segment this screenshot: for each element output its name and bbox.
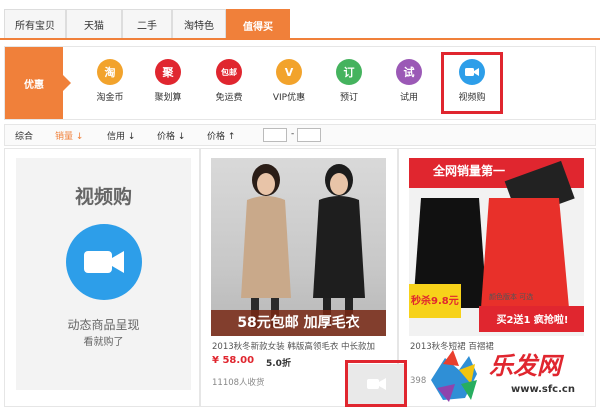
sort-comprehensive[interactable]: 综合 bbox=[15, 129, 33, 142]
video-shopping-promo[interactable]: 视频购 动态商品呈现 看就购了 bbox=[16, 158, 191, 390]
price-max-input[interactable] bbox=[297, 128, 321, 142]
tab-taobao-special[interactable]: 淘特色 bbox=[172, 9, 226, 38]
arrow-down-icon: ↓ bbox=[177, 132, 186, 142]
sort-credit[interactable]: 信用 ↓ bbox=[107, 129, 135, 142]
filter-label: 试用 bbox=[399, 93, 418, 103]
sort-price-descending[interactable]: 价格 ↑ bbox=[207, 129, 235, 142]
sort-price-label: 价格 bbox=[207, 132, 226, 142]
product-image[interactable]: 全网销量第一 秒杀9.8元 买2送1 疯抢啦! 颜色版本 可选 bbox=[409, 158, 584, 336]
product-banner-top: 全网销量第一 bbox=[432, 164, 505, 178]
arrow-up-icon: ↑ bbox=[227, 132, 236, 142]
product-discount: 5.0折 bbox=[266, 359, 291, 369]
tab-second-hand[interactable]: 二手 bbox=[122, 9, 172, 38]
filter-trial[interactable]: 试 试用 bbox=[379, 59, 439, 103]
product-badge-flash-sale: 秒杀9.8元 bbox=[411, 296, 459, 307]
price-min-input[interactable] bbox=[263, 128, 287, 142]
arrow-down-icon: ↓ bbox=[75, 132, 84, 142]
preorder-icon: 订 bbox=[336, 59, 362, 85]
free-shipping-icon: 包邮 bbox=[216, 59, 242, 85]
sort-credit-label: 信用 bbox=[107, 132, 126, 142]
product-sold-count: 398 bbox=[410, 376, 427, 386]
filter-vip[interactable]: V VIP优惠 bbox=[259, 59, 319, 103]
video-button-highlight-box bbox=[345, 360, 407, 407]
product-color-note: 颜色版本 可选 bbox=[489, 293, 534, 301]
filter-preorder[interactable]: 订 预订 bbox=[319, 59, 379, 103]
sort-price-label: 价格 bbox=[157, 132, 176, 142]
sort-sales[interactable]: 销量 ↓ bbox=[55, 129, 83, 142]
product-image-banner: 58元包邮 加厚毛衣 bbox=[237, 315, 360, 331]
product-image[interactable]: 58元包邮 加厚毛衣 bbox=[211, 158, 386, 336]
discount-label: 优惠 bbox=[5, 47, 71, 119]
tab-tmall[interactable]: 天猫 bbox=[66, 9, 122, 38]
sort-price-ascending[interactable]: 价格 ↓ bbox=[157, 129, 185, 142]
filter-label: 淘金币 bbox=[96, 93, 124, 103]
product-sold-count: 11108人收货 bbox=[212, 378, 265, 388]
price-range-separator: - bbox=[291, 129, 295, 139]
filter-taojinbi[interactable]: 淘 淘金币 bbox=[80, 59, 140, 103]
tab-all-items[interactable]: 所有宝贝 bbox=[4, 9, 66, 38]
taojinbi-icon: 淘 bbox=[97, 59, 123, 85]
promo-title: 视频购 bbox=[74, 186, 132, 208]
filter-label: 免运费 bbox=[215, 93, 243, 103]
watermark-logo-text: 乐发网 bbox=[489, 352, 561, 380]
vip-icon: V bbox=[276, 59, 302, 85]
top-tab-bar: 所有宝贝 天猫 二手 淘特色 值得买 bbox=[0, 0, 600, 40]
filter-label: 预订 bbox=[339, 93, 358, 103]
discount-filter-row: 优惠 淘 淘金币 聚 聚划算 包邮 免运费 V VIP优惠 订 预订 试 试用 … bbox=[4, 46, 596, 120]
product-price: ¥ 58.00 bbox=[212, 355, 255, 366]
arrow-down-icon: ↓ bbox=[127, 132, 136, 142]
filter-free-shipping[interactable]: 包邮 免运费 bbox=[199, 59, 259, 103]
filter-label: VIP优惠 bbox=[272, 93, 306, 103]
video-camera-icon bbox=[66, 224, 142, 300]
watermark-url: www.sfc.cn bbox=[511, 384, 575, 395]
video-shopping-highlight-box bbox=[441, 52, 503, 114]
product-badge-promo: 买2送1 疯抢啦! bbox=[496, 315, 569, 326]
sort-bar: 综合 销量 ↓ 信用 ↓ 价格 ↓ 价格 ↑ - bbox=[4, 124, 596, 146]
sort-sales-label: 销量 bbox=[55, 132, 74, 142]
promo-tagline: 看就购了 bbox=[83, 337, 124, 348]
site-watermark: 乐发网 www.sfc.cn bbox=[425, 340, 600, 407]
promo-subtitle: 动态商品呈现 bbox=[67, 318, 140, 332]
product-title[interactable]: 2013秋冬新款女装 韩版高领毛衣 中长款加 bbox=[212, 340, 375, 352]
filter-juhuasuan[interactable]: 聚 聚划算 bbox=[138, 59, 198, 103]
trial-icon: 试 bbox=[396, 59, 422, 85]
filter-label: 聚划算 bbox=[154, 93, 182, 103]
tab-worth-buying[interactable]: 值得买 bbox=[226, 9, 290, 40]
juhuasuan-icon: 聚 bbox=[155, 59, 181, 85]
